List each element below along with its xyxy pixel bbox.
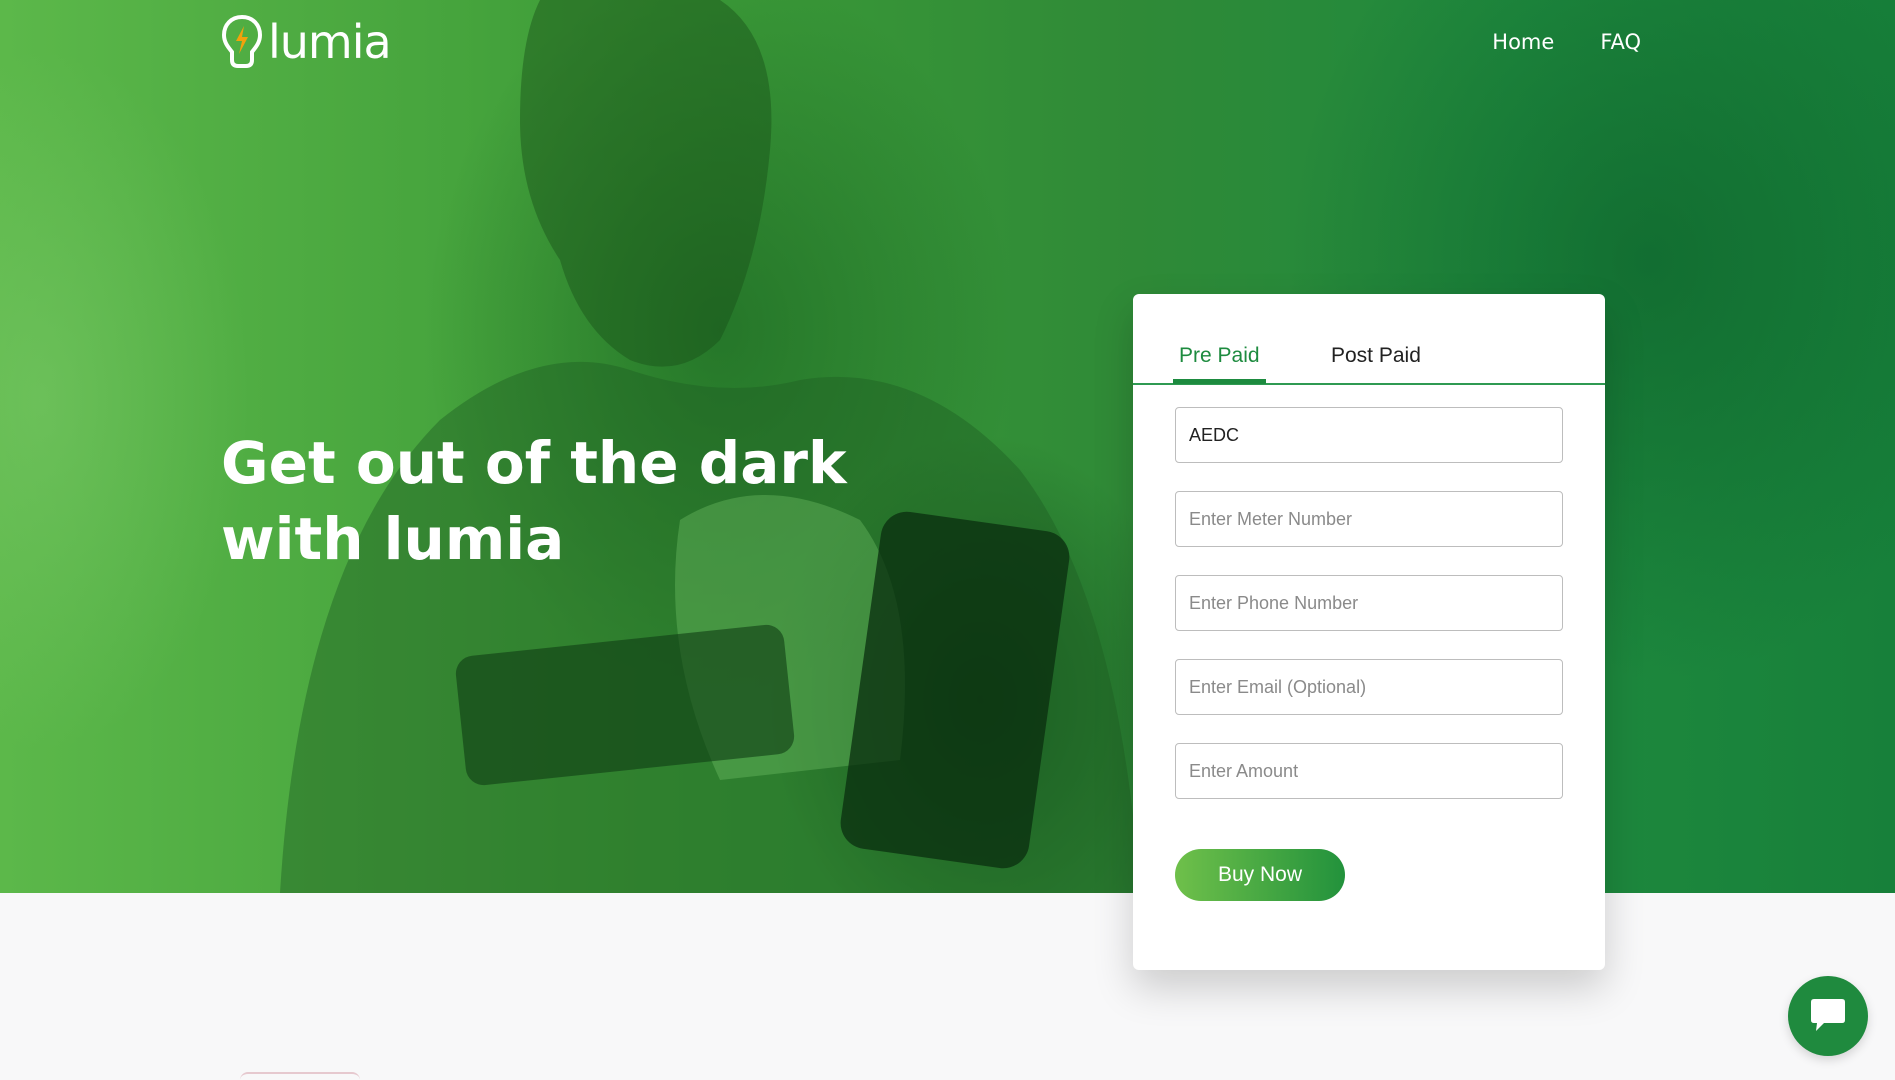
nav-faq-link[interactable]: FAQ — [1600, 30, 1641, 54]
top-nav: Home FAQ — [1492, 30, 1641, 54]
lightbulb-bolt-icon — [221, 14, 263, 68]
brand-logo[interactable]: lumia — [220, 14, 392, 70]
brand-name: lumia — [268, 15, 392, 69]
hero-headline-line2: with lumia — [221, 505, 565, 573]
nav-home-link[interactable]: Home — [1492, 30, 1554, 54]
tab-post-paid[interactable]: Post Paid — [1331, 344, 1421, 382]
tab-pre-paid[interactable]: Pre Paid — [1173, 344, 1266, 384]
decorative-curve — [240, 1072, 360, 1080]
email-input[interactable] — [1175, 659, 1563, 715]
meter-number-input[interactable] — [1175, 491, 1563, 547]
hero-headline: Get out of the dark with lumia — [221, 425, 921, 577]
purchase-card: Pre Paid Post Paid Buy Now — [1133, 294, 1605, 970]
provider-field[interactable] — [1175, 407, 1563, 463]
chat-bubble-icon — [1811, 999, 1845, 1031]
amount-input[interactable] — [1175, 743, 1563, 799]
hero-headline-line1: Get out of the dark — [221, 429, 847, 497]
buy-now-button[interactable]: Buy Now — [1175, 849, 1345, 901]
meter-type-tabs: Pre Paid Post Paid — [1133, 294, 1605, 385]
phone-number-input[interactable] — [1175, 575, 1563, 631]
chat-button[interactable] — [1788, 976, 1868, 1056]
